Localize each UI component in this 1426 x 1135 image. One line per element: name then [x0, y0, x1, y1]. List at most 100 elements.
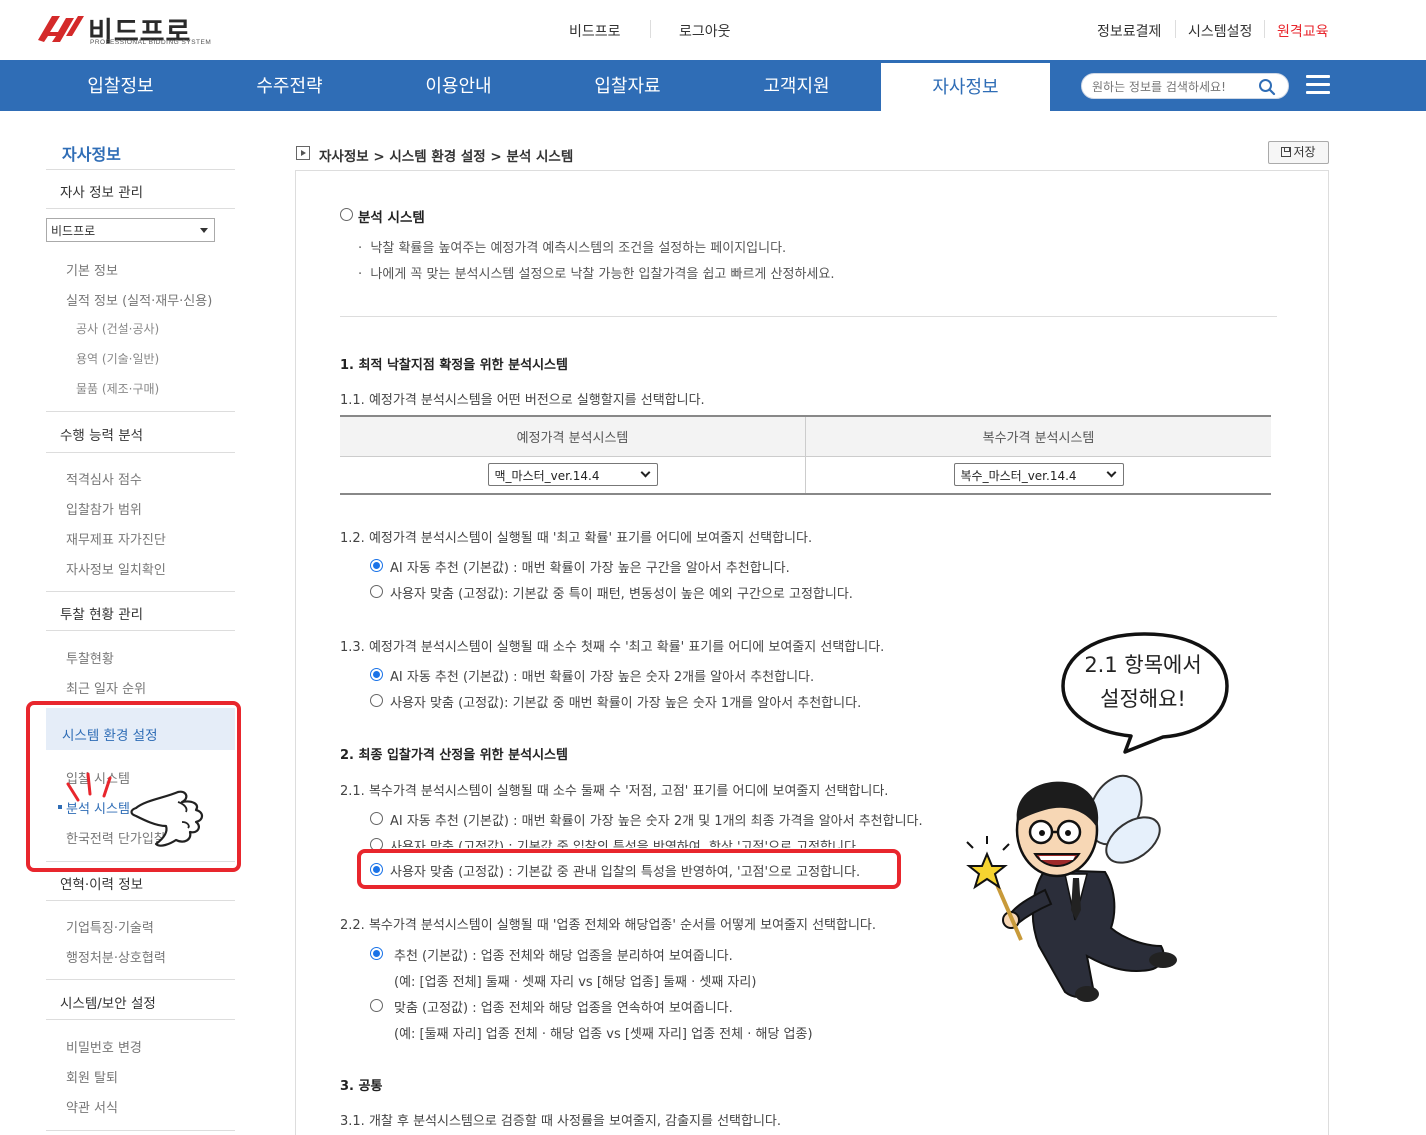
option-label: AI 자동 추천 (기본값) : 매번 확률이 가장 높은 숫자 2개를 알아서… [390, 670, 815, 685]
sidebar-item-basic-info[interactable]: 기본 정보 [66, 260, 118, 279]
divider [46, 452, 235, 453]
payment-link[interactable]: 정보료결제 [1097, 21, 1161, 41]
menu-icon[interactable] [1306, 75, 1330, 97]
breadcrumb-text: 자사정보 > 시스템 환경 설정 > 분석 시스템 [319, 149, 574, 165]
sidebar-item-perf-construction[interactable]: 공사 (건설·공사) [76, 320, 159, 337]
divider [46, 208, 235, 209]
multiple-price-version-select[interactable]: 복수_마스터_ver.14.4 [953, 463, 1124, 487]
divider [46, 411, 235, 412]
sidebar-item-company-management[interactable]: 자사 정보 관리 [60, 181, 143, 201]
divider [46, 1130, 235, 1131]
nav-materials[interactable]: 입찰자료 [543, 60, 712, 111]
radio-2-1-auto[interactable] [370, 812, 383, 825]
q-1-2: 1.2. 예정가격 분석시스템이 실행될 때 '최고 확률' 표기를 어디에 보… [340, 531, 813, 546]
dropdown-arrow-icon [200, 228, 208, 233]
speech-bubble-text: 2.1 항목에서 설정해요! [1084, 653, 1202, 711]
table-header: 예정가격 분석시스템 [340, 416, 806, 457]
sidebar-title: 자사정보 [62, 145, 121, 164]
nav-support[interactable]: 고객지원 [712, 60, 881, 111]
sidebar-item-features[interactable]: 기업특징·기술력 [66, 917, 154, 936]
option-label: 맞춤 (고정값) : 업종 전체와 해당 업종을 연속하여 보여줍니다. [394, 1001, 733, 1016]
save-label: 저장 [1293, 145, 1316, 159]
select-value: 복수_마스터_ver.14.4 [960, 469, 1077, 484]
sidebar-item-qualification-score[interactable]: 적격심사 점수 [66, 469, 142, 488]
logout-link[interactable]: 로그아웃 [679, 21, 731, 41]
mascot-character-icon [966, 774, 1177, 1002]
sidebar-item-withdraw[interactable]: 회원 탈퇴 [66, 1067, 118, 1086]
chevron-down-icon [1106, 467, 1116, 478]
sidebar-item-bid-range[interactable]: 입찰참가 범위 [66, 499, 142, 518]
radio-1-2-custom[interactable] [370, 585, 383, 598]
brand-logo[interactable]: 비드프로 PROFESSIONAL BIDDING SYSTEM [36, 10, 216, 50]
floppy-icon [1281, 147, 1292, 157]
brand-subtitle: PROFESSIONAL BIDDING SYSTEM [90, 39, 212, 46]
radio-1-2-auto[interactable] [370, 559, 383, 572]
top-bar: 비드프로 PROFESSIONAL BIDDING SYSTEM 비드프로 로그… [0, 0, 1426, 60]
divider [650, 20, 651, 38]
sidebar-item-financial-diagnosis[interactable]: 재무제표 자가진단 [66, 529, 166, 548]
q-1-3: 1.3. 예정가격 분석시스템이 실행될 때 소수 첫째 수 '최고 확률' 표… [340, 640, 885, 655]
divider [46, 591, 235, 592]
pointing-hand-icon [66, 772, 204, 847]
sidebar-item-history[interactable]: 연혁·이력 정보 [60, 873, 143, 893]
divider [1175, 20, 1176, 38]
divider [340, 316, 1277, 317]
radio-1-3-auto[interactable] [370, 668, 383, 681]
company-select-value: 비드프로 [51, 224, 96, 238]
divider [46, 900, 235, 901]
option-highlight-box [357, 849, 901, 889]
search-icon[interactable] [1258, 78, 1276, 96]
bidpro-logo-icon [38, 16, 84, 42]
estimated-price-version-select[interactable]: 맥_마스터_ver.14.4 [487, 463, 658, 487]
top-link-bidpro[interactable]: 비드프로 [569, 21, 621, 41]
system-settings-link[interactable]: 시스템설정 [1188, 21, 1252, 41]
radio-2-2-recommended[interactable] [370, 947, 383, 960]
q-2-2: 2.2. 복수가격 분석시스템이 실행될 때 '업종 전체와 해당업종' 순서를… [340, 918, 877, 933]
company-select[interactable]: 비드프로 [46, 218, 215, 242]
table-header: 복수가격 분석시스템 [805, 416, 1271, 457]
search-input[interactable] [1092, 78, 1257, 95]
sidebar-item-perf-goods[interactable]: 물품 (제조·구매) [76, 380, 159, 397]
divider [46, 1019, 235, 1020]
intro-line-1: · 낙찰 확률을 높여주는 예정가격 예측시스템의 조건을 설정하는 페이지입니… [358, 241, 787, 256]
option-label: 사용자 맞춤 (고정값): 기본값 중 매번 확률이 가장 높은 숫자 1개를 … [390, 696, 862, 711]
sidebar-item-performance[interactable]: 실적 정보 (실적·재무·신용) [66, 290, 212, 309]
option-label: 사용자 맞춤 (고정값) : 기본값 중 입찰의 특성을 반영하여, 항상 '고… [390, 840, 861, 848]
save-button[interactable]: 저장 [1268, 141, 1329, 164]
sidebar-item-change-password[interactable]: 비밀번호 변경 [66, 1037, 142, 1056]
section-2-title: 2. 최종 입찰가격 산정을 위한 분석시스템 [340, 748, 568, 763]
select-value: 맥_마스터_ver.14.4 [494, 469, 600, 484]
option-note: (예: [둘째 자리] 업종 전체 · 해당 업종 vs [셋째 자리] 업종 … [394, 1027, 813, 1042]
sidebar-item-bid-status[interactable]: 투찰 현황 관리 [60, 603, 143, 623]
q-3-1: 3.1. 개찰 후 분석시스템으로 검증할 때 사정률을 보여줄지, 감출지를 … [340, 1114, 782, 1129]
radio-1-3-custom[interactable] [370, 694, 383, 707]
divider [46, 169, 235, 170]
section-1-title: 1. 최적 낙찰지점 확정을 위한 분석시스템 [340, 358, 568, 373]
sidebar-item-sanctions[interactable]: 행정처분·상호협력 [66, 947, 166, 966]
divider [1264, 20, 1265, 38]
sidebar-item-info-match[interactable]: 자사정보 일치확인 [66, 559, 166, 578]
sidebar-item-capability[interactable]: 수행 능력 분석 [60, 424, 143, 444]
q-2-1: 2.1. 복수가격 분석시스템이 실행될 때 소수 둘째 수 '저점, 고점' … [340, 784, 889, 799]
sidebar-item-recent-rank[interactable]: 최근 일자 순위 [66, 678, 146, 697]
nav-strategy[interactable]: 수주전략 [205, 60, 374, 111]
chevron-down-icon [640, 467, 650, 478]
search-box [1081, 73, 1289, 99]
sidebar-item-terms[interactable]: 약관 서식 [66, 1097, 118, 1116]
radio-2-2-custom[interactable] [370, 999, 383, 1012]
q-1-1: 1.1. 예정가격 분석시스템을 어떤 버전으로 실행할지를 선택합니다. [340, 393, 705, 408]
nav-guide[interactable]: 이용안내 [374, 60, 543, 111]
sidebar-item-perf-service[interactable]: 용역 (기술·일반) [76, 350, 159, 367]
nav-company-info[interactable]: 자사정보 [881, 63, 1050, 111]
sidebar-item-security[interactable]: 시스템/보안 설정 [60, 992, 156, 1012]
section-circle-icon [340, 208, 353, 221]
sidebar-item-bid-history[interactable]: 투찰현황 [66, 648, 114, 667]
divider [46, 630, 235, 631]
option-label: 추천 (기본값) : 업종 전체와 해당 업종을 분리하여 보여줍니다. [394, 949, 733, 964]
section-3-title: 3. 공통 [340, 1079, 383, 1094]
play-icon [296, 146, 310, 160]
nav-bid-info[interactable]: 입찰정보 [36, 60, 205, 111]
remote-education-link[interactable]: 원격교육 [1277, 21, 1329, 41]
option-label: AI 자동 추천 (기본값) : 매번 확률이 가장 높은 숫자 2개 및 1개… [390, 814, 923, 829]
option-note: (예: [업종 전체] 둘째 · 셋째 자리 vs [해당 업종] 둘째 · 셋… [394, 975, 757, 990]
